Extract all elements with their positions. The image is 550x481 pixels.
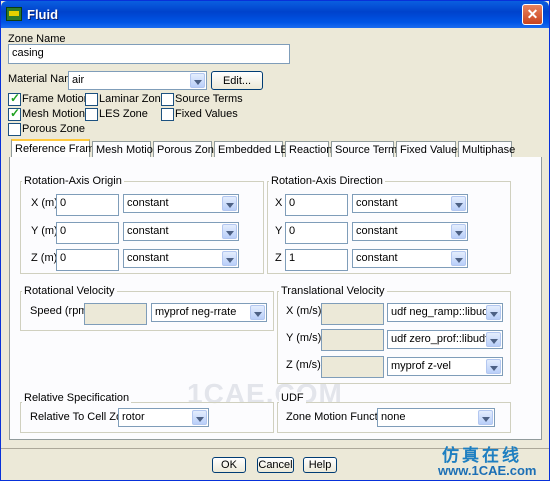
relative-specification-title: Relative Specification (22, 392, 132, 404)
laminar-zone-checkbox[interactable]: Laminar Zone (85, 93, 167, 107)
chevron-down-icon (192, 410, 207, 425)
origin-y-input[interactable]: 0 (56, 222, 119, 244)
trans-y-input[interactable] (321, 329, 384, 351)
zone-motion-function-select[interactable]: none (377, 408, 495, 427)
material-select-value: air (72, 74, 85, 86)
chevron-down-icon (486, 305, 501, 320)
chevron-down-icon (451, 224, 466, 239)
direction-z-input[interactable]: 1 (285, 249, 348, 271)
help-button[interactable]: Help (303, 457, 337, 473)
rotational-velocity-title: Rotational Velocity (22, 285, 117, 297)
window-title: Fluid (27, 7, 59, 22)
chevron-down-icon (250, 305, 265, 320)
trans-x-input[interactable] (321, 303, 384, 325)
les-zone-checkbox[interactable]: LES Zone (85, 108, 160, 122)
rotation-axis-direction-title: Rotation-Axis Direction (269, 175, 385, 187)
source-terms-label: Source Terms (175, 93, 243, 105)
chevron-down-icon (451, 251, 466, 266)
direction-y-input[interactable]: 0 (285, 222, 348, 244)
trans-z-profile-value: myprof z-vel (391, 360, 451, 372)
trans-z-profile-select[interactable]: myprof z-vel (387, 357, 503, 376)
rotation-axis-origin-title: Rotation-Axis Origin (22, 175, 124, 187)
mesh-motion-check-icon (8, 106, 21, 121)
direction-y-method-value: constant (356, 225, 398, 237)
close-icon: ✕ (526, 6, 539, 22)
chevron-down-icon (222, 196, 237, 211)
origin-z-input[interactable]: 0 (56, 249, 119, 271)
fixed-values-check-icon (161, 108, 174, 121)
frame-motion-checkbox[interactable]: Frame Motion (8, 91, 90, 107)
trans-x-label: X (m/s) (286, 305, 322, 317)
direction-x-method-select[interactable]: constant (352, 194, 468, 213)
origin-x-method-value: constant (127, 197, 169, 209)
trans-y-label: Y (m/s) (286, 332, 322, 344)
direction-x-label: X (275, 197, 283, 209)
trans-x-profile-value: udf neg_ramp::libudf (391, 306, 492, 318)
origin-z-label: Z (m) (31, 252, 58, 264)
porous-zone-label: Porous Zone (22, 123, 85, 135)
porous-zone-checkbox[interactable]: Porous Zone (8, 123, 86, 137)
chevron-down-icon (486, 359, 501, 374)
udf-title: UDF (279, 392, 306, 404)
speed-input[interactable] (84, 303, 147, 325)
chevron-down-icon (222, 224, 237, 239)
trans-y-profile-value: udf zero_prof::libudf (391, 333, 489, 345)
chevron-down-icon (222, 251, 237, 266)
fixed-values-checkbox[interactable]: Fixed Values (161, 108, 238, 122)
origin-z-method-value: constant (127, 252, 169, 264)
source-terms-checkbox[interactable]: Source Terms (161, 93, 243, 107)
edit-material-button[interactable]: Edit... (211, 71, 263, 90)
fixed-values-label: Fixed Values (175, 108, 238, 120)
chevron-down-icon (190, 73, 205, 88)
material-select[interactable]: air (68, 71, 207, 90)
close-button[interactable]: ✕ (522, 4, 543, 25)
zone-motion-function-value: none (381, 411, 406, 423)
direction-z-label: Z (275, 252, 282, 264)
origin-x-label: X (m) (31, 197, 58, 209)
speed-profile-value: myprof neg-rrate (155, 306, 237, 318)
frame-motion-label: Frame Motion (22, 93, 90, 105)
frame-motion-check-icon (8, 91, 21, 106)
source-terms-check-icon (161, 93, 174, 106)
direction-x-input[interactable]: 0 (285, 194, 348, 216)
porous-zone-check-icon (8, 123, 21, 136)
title-bar[interactable]: Fluid ✕ (1, 1, 549, 28)
brand-url: www.1CAE.com (438, 463, 537, 478)
trans-x-profile-select[interactable]: udf neg_ramp::libudf (387, 303, 503, 322)
origin-y-method-value: constant (127, 225, 169, 237)
mesh-motion-checkbox[interactable]: Mesh Motion (8, 106, 86, 122)
direction-z-method-value: constant (356, 252, 398, 264)
cancel-button[interactable]: Cancel (257, 457, 294, 473)
relative-zone-select[interactable]: rotor (118, 408, 209, 427)
laminar-zone-label: Laminar Zone (99, 93, 167, 105)
speed-label: Speed (rpm) (30, 305, 92, 317)
translational-velocity-title: Translational Velocity (279, 285, 387, 297)
origin-x-method-select[interactable]: constant (123, 194, 239, 213)
origin-z-method-select[interactable]: constant (123, 249, 239, 268)
origin-x-input[interactable]: 0 (56, 194, 119, 216)
chevron-down-icon (486, 332, 501, 347)
zone-name-input[interactable]: casing (8, 44, 290, 64)
speed-profile-select[interactable]: myprof neg-rrate (151, 303, 267, 322)
direction-x-method-value: constant (356, 197, 398, 209)
direction-y-label: Y (275, 225, 283, 237)
fluid-dialog: Fluid ✕ Zone Name casing Material Name a… (0, 0, 550, 481)
les-zone-label: LES Zone (99, 108, 148, 120)
trans-z-label: Z (m/s) (286, 359, 321, 371)
direction-y-method-select[interactable]: constant (352, 222, 468, 241)
origin-y-label: Y (m) (31, 225, 58, 237)
laminar-zone-check-icon (85, 93, 98, 106)
fluent-app-icon (6, 7, 22, 21)
trans-y-profile-select[interactable]: udf zero_prof::libudf (387, 330, 503, 349)
trans-z-input[interactable] (321, 356, 384, 378)
relative-zone-value: rotor (122, 411, 145, 423)
chevron-down-icon (478, 410, 493, 425)
les-zone-check-icon (85, 108, 98, 121)
ok-button[interactable]: OK (212, 457, 246, 473)
chevron-down-icon (451, 196, 466, 211)
origin-y-method-select[interactable]: constant (123, 222, 239, 241)
direction-z-method-select[interactable]: constant (352, 249, 468, 268)
mesh-motion-label: Mesh Motion (22, 108, 85, 120)
